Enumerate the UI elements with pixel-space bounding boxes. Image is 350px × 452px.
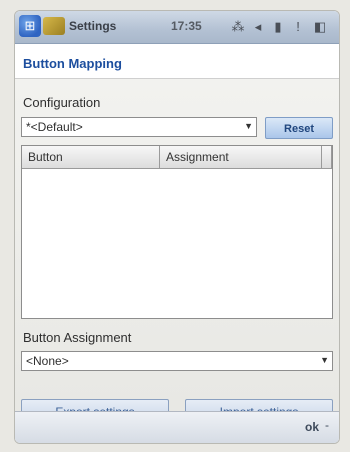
assignment-dropdown[interactable]: <None> ▼ [21, 351, 333, 371]
column-header-button[interactable]: Button [22, 146, 160, 168]
column-header-assignment[interactable]: Assignment [160, 146, 322, 168]
softkey-bar: ok - [15, 411, 339, 443]
button-assignment-label: Button Assignment [23, 330, 132, 345]
clock: 17:35 [171, 19, 202, 33]
content-area: Configuration *<Default> ▼ Reset Button … [15, 79, 339, 443]
chevron-down-icon: ▼ [244, 121, 253, 131]
start-menu-icon[interactable]: ⊞ [19, 15, 41, 37]
screen: ⊞ Settings 17:35 ⁂ ◂ ▮ ! ◧ Button Mappin… [14, 10, 340, 444]
page-header: Button Mapping [15, 44, 339, 79]
chevron-down-icon: ▼ [320, 355, 329, 365]
column-header-spacer [322, 146, 332, 168]
settings-app-icon [43, 17, 65, 35]
configuration-label: Configuration [23, 95, 101, 110]
ok-button[interactable]: ok [305, 420, 319, 434]
battery-icon[interactable]: ▮ [269, 19, 287, 35]
assignment-value: <None> [26, 354, 69, 368]
app-title: Settings [69, 19, 117, 33]
notification-icon[interactable]: ! [289, 19, 307, 35]
list-header: Button Assignment [22, 146, 332, 169]
device-frame: ⊞ Settings 17:35 ⁂ ◂ ▮ ! ◧ Button Mappin… [0, 0, 350, 452]
menu-button[interactable]: - [325, 418, 329, 432]
page-title: Button Mapping [23, 56, 122, 71]
reset-button[interactable]: Reset [265, 117, 333, 139]
connection-icon[interactable]: ◧ [311, 19, 329, 35]
signal-icon[interactable]: ⁂ [229, 19, 247, 35]
button-assignment-list[interactable]: Button Assignment [21, 145, 333, 319]
speaker-icon[interactable]: ◂ [249, 19, 267, 35]
status-bar: ⊞ Settings 17:35 ⁂ ◂ ▮ ! ◧ [15, 11, 339, 44]
configuration-dropdown[interactable]: *<Default> ▼ [21, 117, 257, 137]
configuration-value: *<Default> [26, 120, 83, 134]
